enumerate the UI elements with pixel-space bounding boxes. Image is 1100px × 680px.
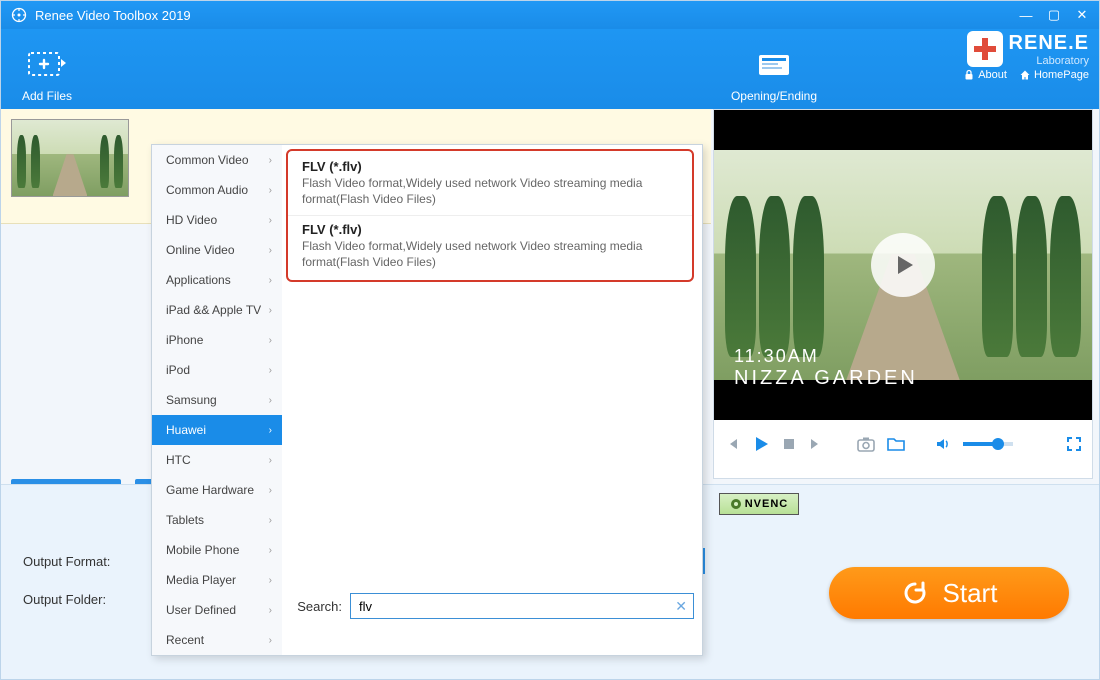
category-item[interactable]: iPad && Apple TV› [152, 295, 282, 325]
main-area: Clear Remove 11:30AM NIZZA GARDEN [1, 109, 1099, 679]
homepage-link[interactable]: HomePage [1019, 69, 1089, 81]
about-link[interactable]: About [963, 69, 1007, 81]
category-item[interactable]: Samsung› [152, 385, 282, 415]
lock-icon [963, 69, 975, 81]
category-item[interactable]: Applications› [152, 265, 282, 295]
category-item[interactable]: HTC› [152, 445, 282, 475]
preview-panel: 11:30AM NIZZA GARDEN [713, 109, 1093, 479]
play-overlay-button[interactable] [871, 233, 935, 297]
category-item[interactable]: Game Hardware› [152, 475, 282, 505]
volume-slider[interactable] [963, 442, 1013, 446]
brand-cross-icon [967, 31, 1003, 67]
output-format-label: Output Format: [23, 554, 165, 569]
add-files-icon [1, 45, 93, 85]
start-button[interactable]: Start [829, 567, 1069, 619]
volume-button[interactable] [935, 436, 951, 452]
stop-button[interactable] [782, 437, 796, 451]
brand-name: RENE.E [1009, 32, 1089, 55]
preview-overlay-text: 11:30AM NIZZA GARDEN [734, 346, 918, 390]
category-item[interactable]: Common Video› [152, 145, 282, 175]
app-logo-icon [11, 7, 27, 23]
add-files-button[interactable]: Add Files [1, 45, 93, 103]
format-dropdown: Common Video›Common Audio›HD Video›Onlin… [151, 144, 703, 656]
format-result-item[interactable]: FLV (*.flv)Flash Video format,Widely use… [288, 216, 692, 278]
category-item[interactable]: Media Player› [152, 565, 282, 595]
result-list: FLV (*.flv)Flash Video format,Widely use… [282, 149, 702, 627]
output-folder-label: Output Folder: [23, 592, 165, 607]
search-input[interactable]: flv ✕ [350, 593, 694, 619]
search-label: Search: [282, 599, 342, 614]
brand-block: RENE.E Laboratory About HomePage [963, 31, 1089, 81]
video-thumbnail[interactable] [11, 119, 129, 197]
brand-sub: Laboratory [1009, 55, 1089, 67]
category-item[interactable]: Huawei› [152, 415, 282, 445]
refresh-icon [901, 579, 929, 607]
add-files-label: Add Files [1, 89, 93, 103]
prev-button[interactable] [724, 436, 740, 452]
opening-ending-icon [709, 45, 839, 85]
category-list: Common Video›Common Audio›HD Video›Onlin… [152, 145, 282, 655]
nvenc-badge: NVENC [719, 493, 799, 515]
category-item[interactable]: Tablets› [152, 505, 282, 535]
category-item[interactable]: Recent› [152, 625, 282, 655]
snapshot-button[interactable] [857, 436, 875, 452]
fullscreen-button[interactable] [1066, 436, 1082, 452]
minimize-button[interactable]: ― [1019, 8, 1033, 22]
category-item[interactable]: Common Audio› [152, 175, 282, 205]
category-item[interactable]: iPhone› [152, 325, 282, 355]
main-toolbar: Add Files Opening/Ending RENE.E Laborato… [1, 29, 1099, 109]
play-button[interactable] [752, 435, 770, 453]
category-item[interactable]: Mobile Phone› [152, 535, 282, 565]
category-item[interactable]: HD Video› [152, 205, 282, 235]
home-icon [1019, 69, 1031, 81]
next-button[interactable] [808, 436, 824, 452]
close-button[interactable]: ✕ [1075, 8, 1089, 22]
open-folder-button[interactable] [887, 436, 905, 452]
opening-ending-label: Opening/Ending [709, 89, 839, 103]
nvidia-icon [730, 498, 742, 510]
format-result-item[interactable]: FLV (*.flv)Flash Video format,Widely use… [288, 153, 692, 216]
category-item[interactable]: Online Video› [152, 235, 282, 265]
maximize-button[interactable]: ▢ [1047, 8, 1061, 22]
result-highlight-box: FLV (*.flv)Flash Video format,Widely use… [286, 149, 694, 282]
preview-video[interactable]: 11:30AM NIZZA GARDEN [714, 110, 1092, 420]
clear-search-icon[interactable]: ✕ [675, 598, 687, 615]
category-item[interactable]: iPod› [152, 355, 282, 385]
category-item[interactable]: User Defined› [152, 595, 282, 625]
play-icon [889, 251, 917, 279]
opening-ending-button[interactable]: Opening/Ending [709, 45, 839, 103]
window-title: Renee Video Toolbox 2019 [35, 8, 1019, 23]
preview-controls [714, 420, 1092, 468]
title-bar: Renee Video Toolbox 2019 ― ▢ ✕ [1, 1, 1099, 29]
